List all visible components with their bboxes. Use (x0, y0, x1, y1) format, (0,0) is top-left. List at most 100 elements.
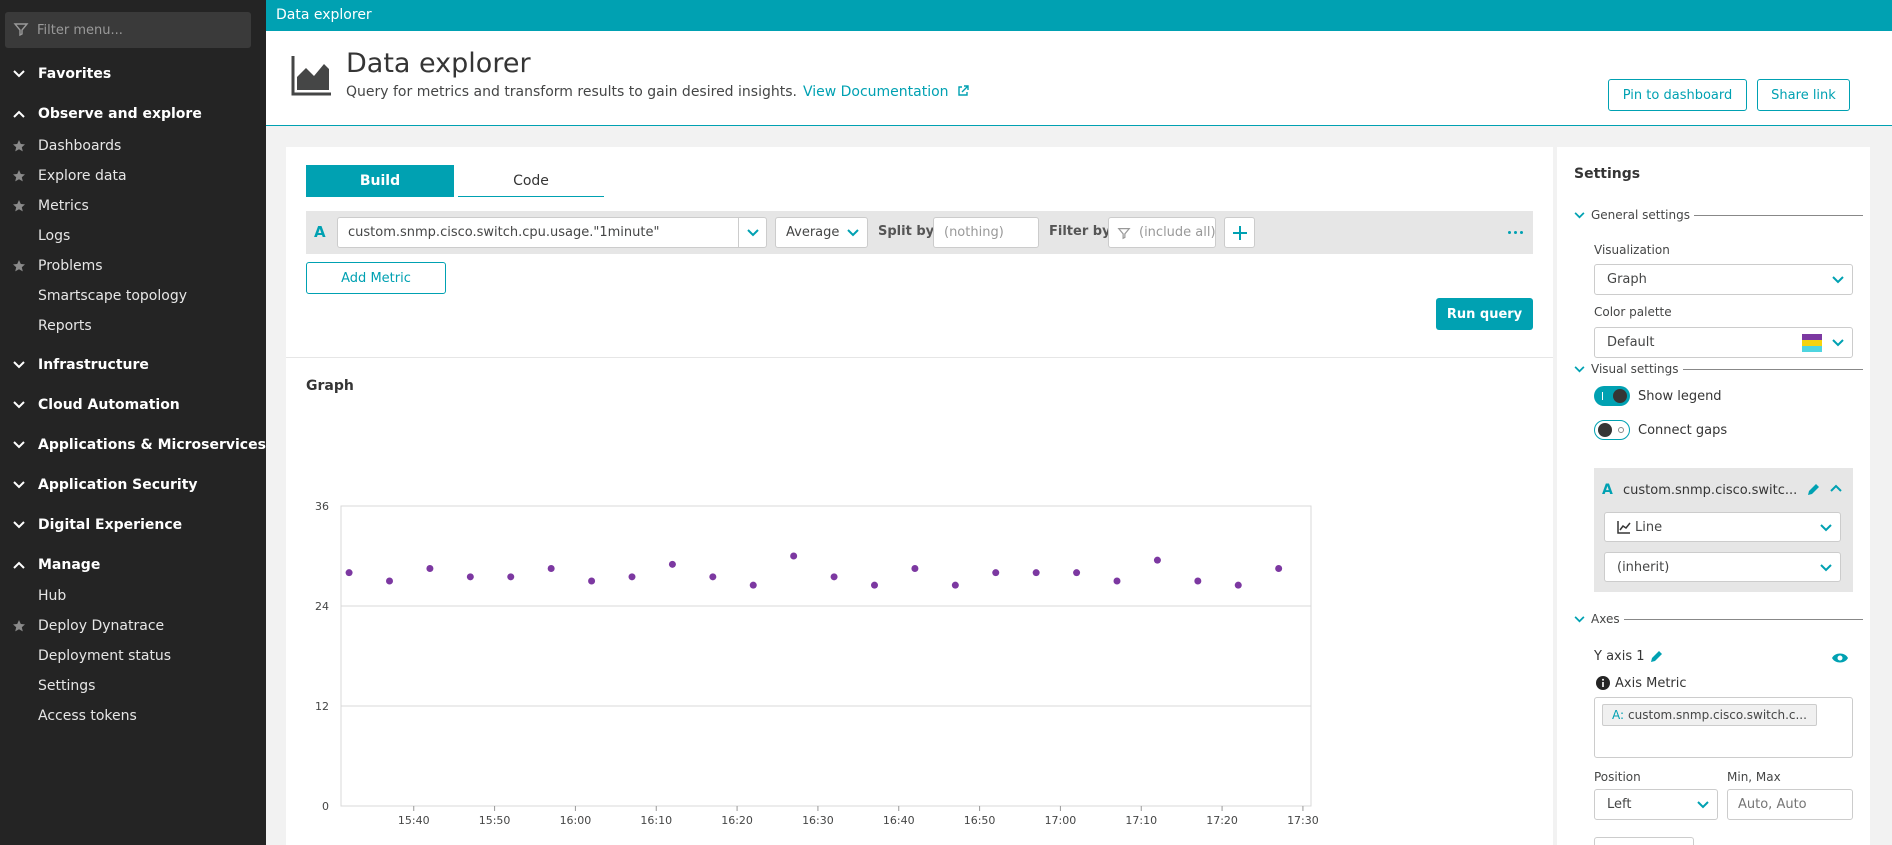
chevron-down-icon (0, 70, 38, 78)
aggregation-value: Average (786, 225, 840, 240)
sidebar-item-deploy-dynatrace[interactable]: Deploy Dynatrace (0, 614, 266, 638)
x-tick-label: 16:00 (560, 814, 592, 827)
nav-group-app-security[interactable]: Application Security (0, 473, 266, 497)
x-tick-label: 17:30 (1287, 814, 1319, 827)
view-documentation-link[interactable]: View Documentation (803, 84, 969, 100)
nav-group-cloud-automation[interactable]: Cloud Automation (0, 393, 266, 417)
nav-group-label: Infrastructure (38, 357, 149, 373)
star-icon[interactable] (0, 199, 38, 213)
toggle-label: Connect gaps (1638, 422, 1728, 438)
sidebar-item-smartscape[interactable]: Smartscape topology (0, 284, 266, 308)
chevron-down-icon (1820, 561, 1832, 576)
nav-group-favorites[interactable]: Favorites (0, 62, 266, 86)
data-point (790, 552, 798, 560)
split-by-field[interactable]: (nothing) (933, 217, 1039, 248)
scatter-chart: 0 12 24 36 15:40 15:50 16:00 16:10 16:20 16:30 16:… (315, 500, 1319, 827)
tab-code[interactable]: Code (458, 165, 604, 197)
chevron-up-icon (0, 110, 38, 118)
axis-metric-label: Axis Metric (1615, 676, 1687, 691)
data-point (749, 581, 757, 589)
sidebar-item-dashboards[interactable]: Dashboards (0, 134, 266, 158)
tab-build[interactable]: Build (306, 165, 454, 197)
share-link-button[interactable]: Share link (1757, 79, 1850, 111)
nav-group-infrastructure[interactable]: Infrastructure (0, 353, 266, 377)
x-tick-label: 15:50 (479, 814, 511, 827)
series-axis-value: (inherit) (1617, 559, 1670, 575)
chevron-down-icon (1574, 211, 1585, 218)
axis-metric-chip[interactable]: A: custom.snmp.cisco.switch.c... (1602, 704, 1817, 726)
filter-by-field[interactable]: (include all) (1108, 217, 1216, 248)
series-type-select[interactable]: Line (1604, 512, 1841, 542)
axis-metric-field[interactable]: A: custom.snmp.cisco.switch.c... (1594, 697, 1853, 758)
sidebar-item-problems[interactable]: Problems (0, 254, 266, 278)
add-filter-button[interactable] (1224, 217, 1255, 248)
filter-menu-box[interactable] (5, 12, 251, 48)
show-legend-toggle[interactable]: Show legend (1594, 385, 1722, 407)
sidebar-item-logs[interactable]: Logs (0, 224, 266, 248)
series-axis-select[interactable]: (inherit) (1604, 552, 1841, 582)
x-tick-label: 17:00 (1045, 814, 1077, 827)
filter-by-value: (include all) (1139, 225, 1215, 240)
star-icon[interactable] (0, 139, 38, 153)
query-row: A custom.snmp.cisco.switch.cpu.usage."1m… (306, 211, 1533, 254)
sidebar-item-settings[interactable]: Settings (0, 674, 266, 698)
sidebar-item-hub[interactable]: Hub (0, 584, 266, 608)
nav-group-applications[interactable]: Applications & Microservices (0, 433, 266, 457)
y-tick-label: 12 (315, 700, 329, 713)
data-point (466, 573, 474, 581)
star-icon[interactable] (0, 259, 38, 273)
sidebar-item-label: Access tokens (38, 708, 137, 724)
nav-group-observe[interactable]: Observe and explore (0, 102, 266, 126)
pencil-icon[interactable] (1649, 650, 1663, 668)
chevron-down-icon[interactable] (738, 218, 766, 247)
additional-select[interactable] (1594, 837, 1694, 845)
chevron-down-icon (839, 218, 867, 247)
external-link-icon (958, 85, 969, 96)
section-axes[interactable]: Axes (1574, 611, 1863, 627)
data-point (1275, 565, 1283, 572)
sidebar-item-explore-data[interactable]: Explore data (0, 164, 266, 188)
more-options-icon[interactable] (1503, 224, 1527, 240)
nav-group-manage[interactable]: Manage (0, 553, 266, 577)
section-visual-settings[interactable]: Visual settings (1574, 361, 1863, 377)
y-tick-label: 24 (315, 600, 329, 613)
metric-selector[interactable]: custom.snmp.cisco.switch.cpu.usage."1min… (337, 217, 767, 248)
data-point (1194, 577, 1202, 585)
aggregation-select[interactable]: Average (775, 217, 868, 248)
visualization-select[interactable]: Graph (1594, 264, 1853, 295)
sidebar-item-reports[interactable]: Reports (0, 314, 266, 338)
color-palette-select[interactable]: Default (1594, 327, 1853, 358)
minmax-input[interactable] (1727, 789, 1853, 820)
chevron-up-icon[interactable] (1830, 481, 1842, 496)
star-icon[interactable] (0, 169, 38, 183)
position-select[interactable]: Left (1594, 789, 1718, 820)
pin-to-dashboard-button[interactable]: Pin to dashboard (1608, 79, 1747, 111)
sidebar-item-metrics[interactable]: Metrics (0, 194, 266, 218)
add-metric-button[interactable]: Add Metric (306, 262, 446, 294)
toggle-switch[interactable] (1594, 420, 1630, 440)
sidebar-item-access-tokens[interactable]: Access tokens (0, 704, 266, 728)
data-point (1113, 577, 1121, 585)
pencil-icon[interactable] (1806, 483, 1820, 501)
chevron-down-icon (1697, 798, 1709, 813)
position-label: Position (1594, 770, 1641, 784)
nav-group-digital-experience[interactable]: Digital Experience (0, 513, 266, 537)
chevron-down-icon (0, 481, 38, 489)
doc-link-text: View Documentation (802, 84, 949, 100)
run-query-button[interactable]: Run query (1436, 298, 1533, 330)
star-icon[interactable] (0, 619, 38, 633)
top-bar: Data explorer (266, 0, 1892, 31)
x-tick-label: 16:50 (964, 814, 996, 827)
toggle-switch[interactable] (1594, 386, 1630, 406)
visualization-value: Graph (1607, 272, 1647, 287)
section-general-settings[interactable]: General settings (1574, 207, 1863, 223)
sidebar-item-deployment-status[interactable]: Deployment status (0, 644, 266, 668)
connect-gaps-toggle[interactable]: Connect gaps (1594, 419, 1727, 441)
settings-panel: Settings General settings Visualization … (1557, 147, 1870, 845)
filter-menu-input[interactable] (37, 18, 237, 42)
breadcrumb[interactable]: Data explorer (276, 7, 372, 23)
x-tick-label: 17:10 (1125, 814, 1157, 827)
split-by-value: (nothing) (944, 225, 1004, 240)
data-point (1234, 581, 1242, 589)
eye-icon[interactable] (1831, 652, 1849, 668)
